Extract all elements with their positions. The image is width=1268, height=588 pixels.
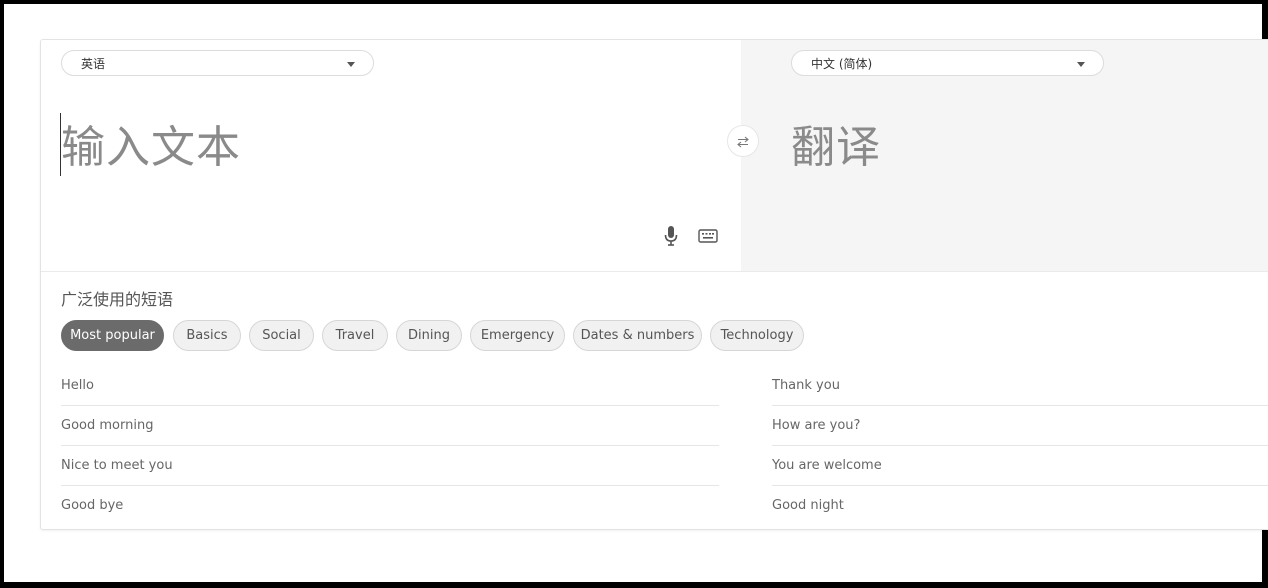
target-language-label: 中文 (简体) (811, 57, 872, 71)
chip-emergency[interactable]: Emergency (470, 320, 565, 351)
phrase-item[interactable]: Hello (61, 366, 719, 406)
source-text-input[interactable]: 输入文本 (61, 118, 241, 178)
section-divider (41, 271, 1268, 272)
chip-most-popular[interactable]: Most popular (61, 320, 164, 351)
target-language-select[interactable]: 中文 (简体) (791, 50, 1104, 76)
translator-card: 英语 输入文本 (40, 39, 1268, 530)
chip-travel[interactable]: Travel (322, 320, 388, 351)
phrase-item[interactable]: Thank you (772, 366, 1268, 406)
chevron-down-icon (347, 62, 355, 67)
source-language-select[interactable]: 英语 (61, 50, 374, 76)
phrases-section-title: 广泛使用的短语 (61, 286, 173, 310)
phrase-item[interactable]: Nice to meet you (61, 446, 719, 486)
target-pane: 中文 (简体) 翻译 (741, 40, 1268, 271)
chip-technology[interactable]: Technology (710, 320, 804, 351)
phrase-item[interactable]: Good morning (61, 406, 719, 446)
chip-social[interactable]: Social (249, 320, 314, 351)
swap-languages-button[interactable] (727, 125, 759, 157)
phrase-item[interactable]: Good night (772, 486, 1268, 526)
chevron-down-icon (1077, 62, 1085, 67)
chip-basics[interactable]: Basics (173, 320, 241, 351)
chip-dates-numbers[interactable]: Dates & numbers (573, 320, 702, 351)
phrase-item[interactable]: Good bye (61, 486, 719, 526)
chip-dining[interactable]: Dining (396, 320, 462, 351)
microphone-icon[interactable] (663, 225, 679, 249)
phrase-item[interactable]: How are you? (772, 406, 1268, 446)
page-frame: 英语 输入文本 (4, 4, 1262, 582)
keyboard-icon[interactable] (698, 228, 718, 244)
phrase-item[interactable]: You are welcome (772, 446, 1268, 486)
source-pane[interactable]: 英语 输入文本 (41, 40, 741, 271)
swap-arrows-icon (736, 135, 750, 149)
translation-output: 翻译 (791, 118, 881, 178)
source-language-label: 英语 (81, 57, 105, 71)
